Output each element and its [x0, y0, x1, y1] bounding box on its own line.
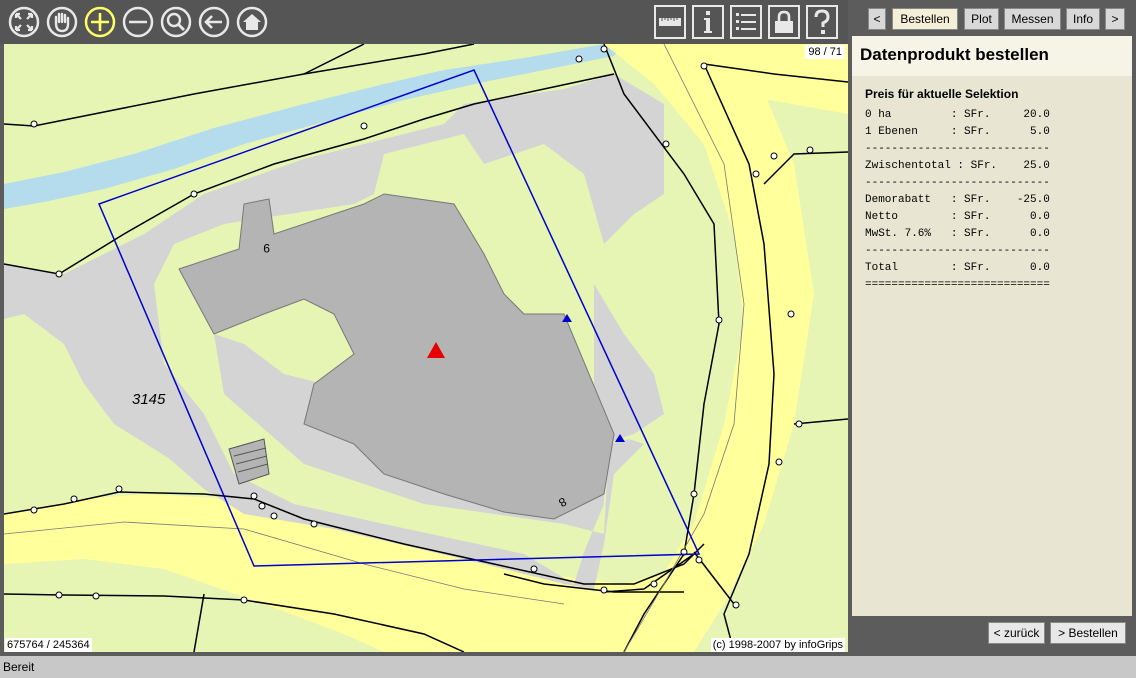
- price-separator: ----------------------------: [865, 177, 1050, 189]
- status-bar: Bereit: [0, 656, 1136, 678]
- tab-info[interactable]: Info: [1066, 8, 1100, 30]
- back-button[interactable]: < zurück: [988, 622, 1045, 644]
- zoom-out-icon[interactable]: [122, 6, 154, 38]
- nav-next-button[interactable]: >: [1105, 8, 1125, 30]
- price-total: Total : SFr. 0.0: [865, 262, 1050, 274]
- scale-readout: 98 / 71: [805, 45, 845, 59]
- panel-header: Datenprodukt bestellen: [852, 36, 1132, 76]
- coordinate-readout: 675764 / 245364: [5, 638, 92, 652]
- info-icon[interactable]: [692, 5, 724, 39]
- building-label-1: 9: [263, 241, 270, 255]
- price-line: Zwischentotal : SFr. 25.0: [865, 160, 1050, 172]
- order-button[interactable]: > Bestellen: [1050, 622, 1126, 644]
- help-icon[interactable]: [806, 5, 838, 39]
- copyright-notice: (c) 1998-2007 by infoGrips: [710, 638, 845, 652]
- nav-prev-button[interactable]: <: [868, 8, 886, 30]
- price-line: Netto : SFr. 0.0: [865, 211, 1050, 223]
- home-icon[interactable]: [236, 6, 268, 38]
- panel-title: Datenprodukt bestellen: [860, 45, 1049, 64]
- order-panel: Datenprodukt bestellen Preis für aktuell…: [852, 36, 1132, 616]
- price-line: 1 Ebenen : SFr. 5.0: [865, 126, 1050, 138]
- parcel-label: 3145: [132, 391, 166, 408]
- price-line: MwSt. 7.6% : SFr. 0.0: [865, 228, 1050, 240]
- zoom-in-icon[interactable]: [84, 6, 116, 38]
- price-line: Demorabatt : SFr. -25.0: [865, 194, 1050, 206]
- tab-plot[interactable]: Plot: [964, 8, 999, 30]
- lock-icon[interactable]: [768, 5, 800, 39]
- price-title: Preis für aktuelle Selektion: [865, 87, 1019, 101]
- price-separator: ----------------------------: [865, 143, 1050, 155]
- map-toolbar: [0, 0, 848, 44]
- price-line: 0 ha : SFr. 20.0: [865, 109, 1050, 121]
- magnifier-icon[interactable]: [160, 6, 192, 38]
- price-double-separator: ============================: [865, 279, 1050, 291]
- cadastral-map[interactable]: 3145 9 8: [4, 44, 848, 652]
- ruler-icon[interactable]: [654, 5, 686, 39]
- tab-messen[interactable]: Messen: [1004, 8, 1061, 30]
- back-arrow-icon[interactable]: [198, 6, 230, 38]
- legend-list-icon[interactable]: [730, 5, 762, 39]
- tab-bestellen[interactable]: Bestellen: [892, 8, 958, 30]
- map-view[interactable]: 3145 9 8 98 / 71 675764 / 245364 (c) 199…: [4, 44, 848, 652]
- price-separator: ----------------------------: [865, 245, 1050, 257]
- zoom-full-extent-icon[interactable]: [8, 6, 40, 38]
- pan-hand-icon[interactable]: [46, 6, 78, 38]
